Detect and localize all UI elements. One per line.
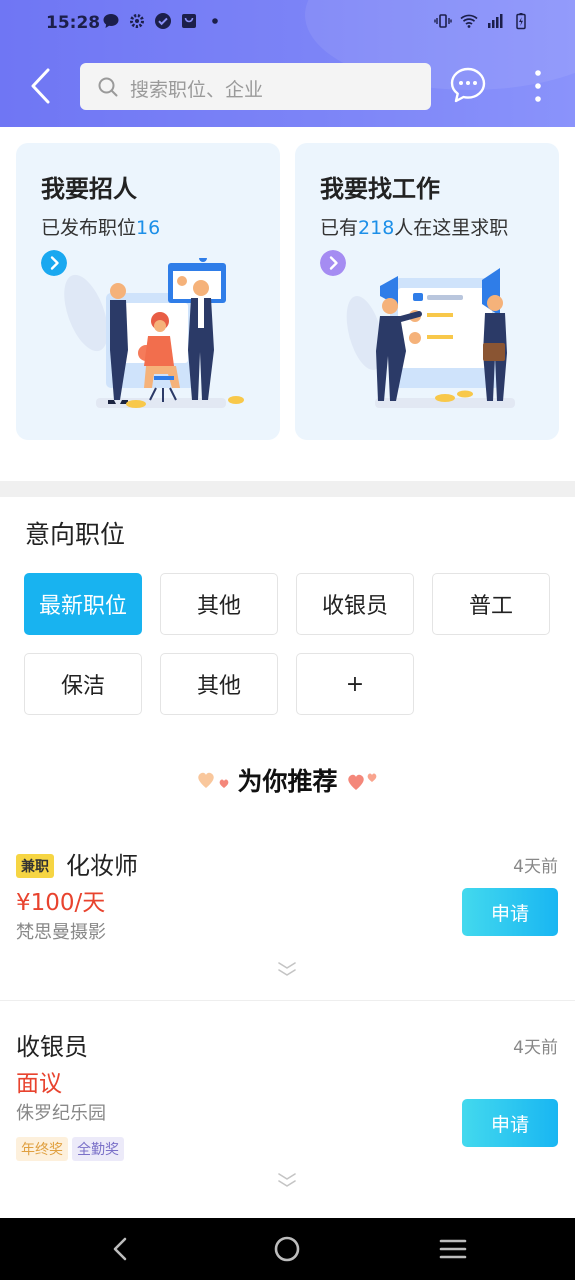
recruit-card-title: 我要招人 — [41, 175, 137, 203]
tag-other-2[interactable]: 其他 — [160, 653, 278, 715]
wifi-icon — [460, 14, 478, 28]
job-seek-card-title: 我要找工作 — [320, 175, 440, 203]
search-placeholder: 搜索职位、企业 — [130, 79, 264, 101]
job-posted-time: 4天前 — [513, 1038, 558, 1058]
status-icons-right — [434, 12, 530, 30]
job-type-badge: 兼职 — [16, 854, 54, 878]
perk-badge: 年终奖 — [16, 1137, 68, 1161]
job-posted-time: 4天前 — [513, 857, 558, 877]
status-bar: 15:28 — [0, 0, 575, 46]
job-perks: 年终奖 全勤奖 — [16, 1137, 124, 1161]
nav-back-icon[interactable] — [106, 1234, 136, 1264]
app-header: 15:28 搜索职位、企业 — [0, 0, 575, 127]
bag-icon — [182, 14, 196, 28]
apply-button[interactable]: 申请 — [462, 888, 558, 936]
tag-latest-jobs[interactable]: 最新职位 — [24, 573, 142, 635]
recruit-sub-prefix: 已发布职位 — [41, 217, 137, 239]
job-card[interactable]: 兼职 化妆师 4天前 ¥100/天 梵思曼摄影 申请 — [0, 840, 575, 1000]
recruit-illustration — [64, 258, 244, 408]
signal-icon — [488, 14, 503, 28]
search-input[interactable]: 搜索职位、企业 — [80, 63, 431, 110]
job-seek-card-subtitle: 已有218人在这里求职 — [320, 213, 508, 240]
back-arrow-icon[interactable] — [26, 66, 58, 106]
seek-sub-suffix: 人在这里求职 — [394, 217, 509, 239]
double-chevron-down-icon[interactable] — [276, 1171, 298, 1189]
tag-cashier[interactable]: 收银员 — [296, 573, 414, 635]
job-company: 梵思曼摄影 — [16, 922, 106, 943]
intent-section-title: 意向职位 — [25, 520, 126, 549]
search-icon — [98, 77, 118, 97]
vibrate-icon — [434, 14, 452, 28]
job-seek-card[interactable]: 我要找工作 已有218人在这里求职 — [295, 143, 559, 440]
recommend-title: 为你推荐 — [237, 767, 338, 796]
apply-button[interactable]: 申请 — [462, 1099, 558, 1147]
nav-menu-icon[interactable] — [438, 1234, 468, 1264]
dot-icon — [212, 18, 218, 24]
job-salary: ¥100/天 — [16, 890, 106, 916]
chat-bubble-icon[interactable] — [449, 66, 487, 104]
tag-cleaning[interactable]: 保洁 — [24, 653, 142, 715]
status-time: 15:28 — [46, 13, 101, 33]
section-divider — [0, 481, 575, 497]
job-title: 化妆师 — [66, 852, 138, 880]
job-seekers-count: 218 — [358, 217, 395, 239]
battery-charging-icon — [516, 13, 526, 30]
job-seek-illustration — [346, 268, 515, 408]
recruit-card[interactable]: 我要招人 已发布职位16 — [16, 143, 280, 440]
job-title: 收银员 — [16, 1033, 88, 1061]
more-vertical-icon[interactable] — [528, 66, 548, 106]
system-navigation-bar — [0, 1218, 575, 1280]
heart-decoration-icon — [348, 773, 377, 790]
nav-home-icon[interactable] — [272, 1234, 302, 1264]
settings-icon — [130, 14, 144, 28]
tag-other[interactable]: 其他 — [160, 573, 278, 635]
perk-badge: 全勤奖 — [72, 1137, 124, 1161]
message-icon — [103, 14, 119, 28]
tag-general-worker[interactable]: 普工 — [432, 573, 550, 635]
posted-jobs-count: 16 — [136, 217, 161, 239]
status-icons-left — [102, 12, 224, 30]
job-salary: 面议 — [16, 1071, 62, 1097]
job-divider — [0, 1000, 575, 1001]
job-card[interactable]: 收银员 4天前 面议 侏罗纪乐园 年终奖 全勤奖 申请 — [0, 1021, 575, 1211]
recruit-card-subtitle: 已发布职位16 — [41, 213, 160, 240]
add-tag-button[interactable]: + — [296, 653, 414, 715]
job-company: 侏罗纪乐园 — [16, 1103, 106, 1124]
double-chevron-down-icon[interactable] — [276, 960, 298, 978]
seek-sub-prefix: 已有 — [320, 217, 359, 239]
check-circle-icon — [155, 13, 171, 29]
